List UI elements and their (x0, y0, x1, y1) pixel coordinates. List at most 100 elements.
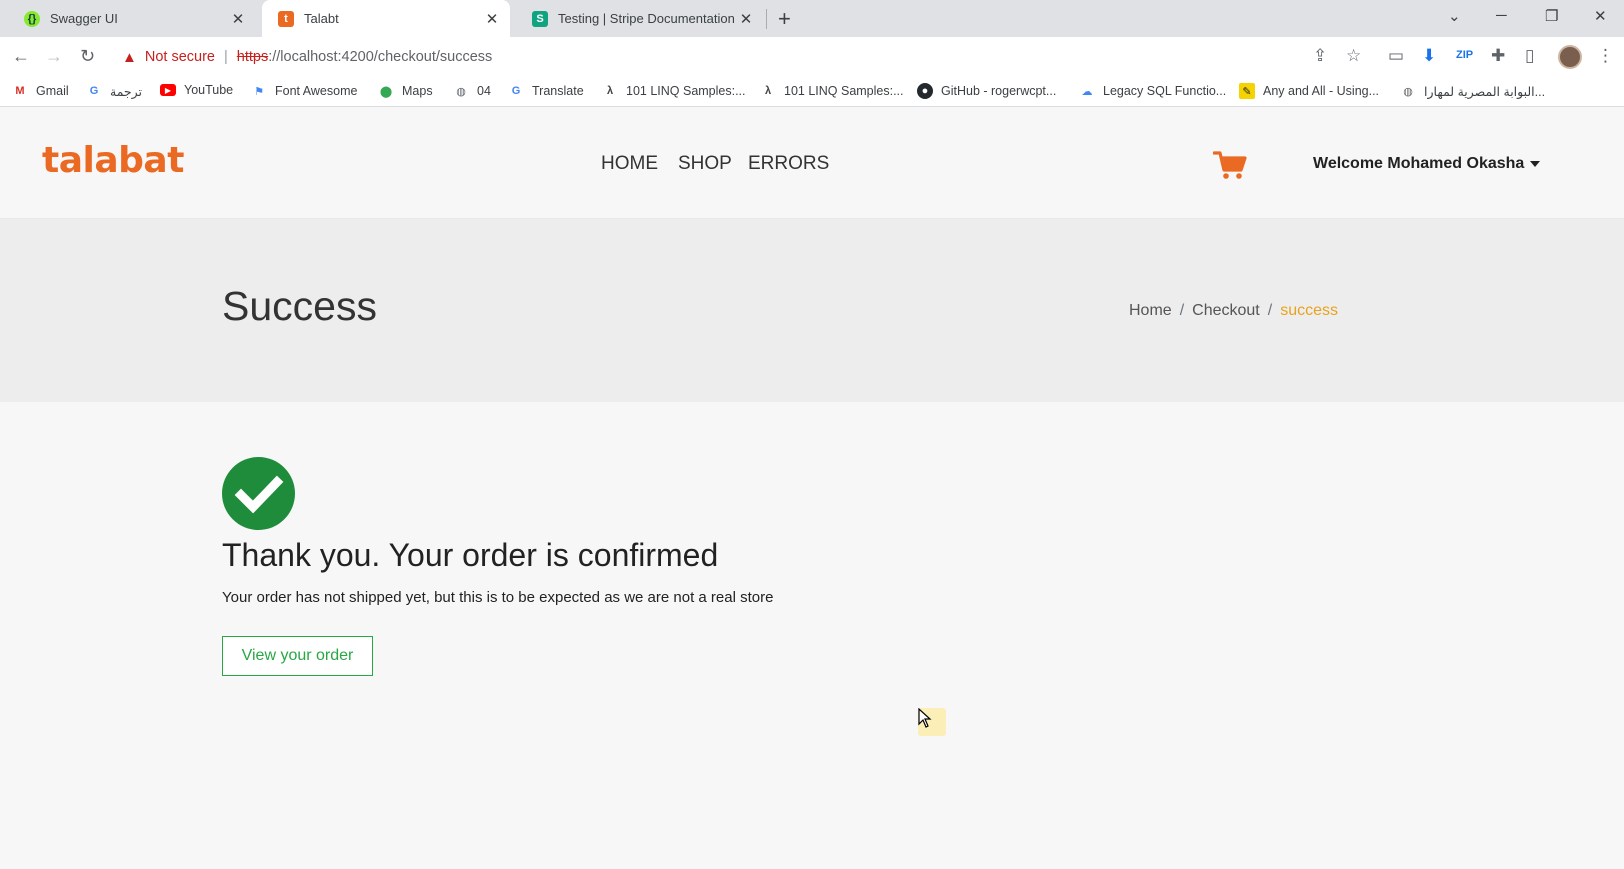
bookmark-font-awesome[interactable]: ⚑ Font Awesome (251, 83, 357, 99)
site-header: talabat HOME SHOP ERRORS Welcome Mohamed… (0, 108, 1624, 219)
profile-avatar[interactable] (1558, 45, 1582, 69)
bookmark-maps[interactable]: ⬤ Maps (378, 83, 433, 99)
restore-icon[interactable]: ❐ (1545, 7, 1558, 25)
check-circle-icon (222, 457, 295, 530)
url-path: ://localhost:4200/checkout/success (268, 49, 493, 65)
download-icon[interactable]: ⬇ (1422, 46, 1436, 66)
gmail-icon: M (15, 85, 25, 97)
new-tab-icon[interactable]: + (778, 6, 791, 32)
bookmark-label: Legacy SQL Functio... (1103, 84, 1227, 98)
mouse-cursor-icon (918, 707, 932, 733)
address-divider: | (223, 49, 228, 65)
nav-shop[interactable]: SHOP (678, 153, 732, 175)
bookmark-label: Translate (532, 84, 584, 98)
bookmark-label: ترجمة (110, 84, 143, 99)
tab-search-icon[interactable]: ⌄ (1448, 7, 1461, 25)
browser-toolbar: ← → ↻ ▲ Not secure | https://localhost:4… (0, 37, 1624, 77)
cart-icon[interactable] (1212, 150, 1247, 185)
translate-icon: G (89, 85, 99, 97)
bookmark-label: 101 LINQ Samples:... (784, 84, 904, 98)
breadcrumb-separator: / (1179, 302, 1185, 319)
confirmation-message: Your order has not shipped yet, but this… (222, 589, 774, 606)
breadcrumb: Home / Checkout / success (1129, 302, 1338, 320)
flag-icon: ⚑ (254, 85, 264, 98)
github-icon: ● (917, 83, 933, 99)
bookmark-label: YouTube (184, 83, 234, 97)
tab-strip: {} Swagger UI ✕ t Talabt ✕ S Testing | S… (0, 0, 1624, 37)
caret-down-icon (1530, 160, 1541, 167)
translate-icon: G (511, 85, 521, 97)
side-panel-icon[interactable]: ▯ (1525, 46, 1534, 66)
youtube-icon: ▶ (160, 84, 176, 96)
security-status: Not secure (144, 49, 215, 65)
breadcrumb-checkout[interactable]: Checkout (1192, 302, 1260, 319)
bookmark-label: 04 (477, 84, 491, 98)
talabat-icon: t (278, 10, 294, 27)
menu-icon[interactable]: ⋮ (1597, 46, 1614, 66)
bookmark-gmail[interactable]: M Gmail (12, 83, 69, 99)
bookmark-label: 101 LINQ Samples:... (626, 84, 746, 98)
close-icon[interactable]: ✕ (230, 10, 246, 28)
breadcrumb-home[interactable]: Home (1129, 302, 1172, 319)
bookmark-label: GitHub - rogerwcpt... (941, 84, 1057, 98)
tab-title: Testing | Stripe Documentation (558, 11, 735, 26)
breadcrumb-separator: / (1267, 302, 1273, 319)
confirmation-heading: Thank you. Your order is confirmed (222, 537, 719, 573)
bookmark-linq-1[interactable]: λ 101 LINQ Samples:... (602, 83, 746, 99)
view-order-button[interactable]: View your order (222, 636, 373, 676)
bookmarks-bar: M Gmail G ترجمة ▶ YouTube ⚑ Font Awesome… (0, 77, 1624, 107)
globe-icon: ◍ (1403, 85, 1413, 98)
pencil-icon: ✎ (1239, 83, 1255, 99)
reload-icon[interactable]: ↻ (80, 46, 95, 67)
tab-swagger[interactable]: {} Swagger UI ✕ (8, 0, 256, 37)
forward-icon[interactable]: → (45, 46, 63, 67)
bookmark-egyptian-portal[interactable]: ◍ البوابة المصرية لمهارا... (1400, 83, 1545, 99)
page-title: Success (222, 283, 377, 329)
bookmark-tarjama[interactable]: G ترجمة (86, 83, 142, 99)
bookmark-github[interactable]: ● GitHub - rogerwcpt... (917, 83, 1056, 99)
linq-icon: λ (764, 85, 772, 97)
tab-title: Swagger UI (50, 11, 118, 26)
cast-icon[interactable]: ▭ (1388, 46, 1404, 66)
bookmark-star-icon[interactable]: ☆ (1346, 46, 1361, 66)
breadcrumb-current: success (1280, 302, 1338, 319)
url-scheme: https (236, 49, 269, 65)
minimize-icon[interactable]: ─ (1496, 7, 1507, 24)
bookmark-label: Any and All - Using... (1263, 84, 1380, 98)
cloud-icon: ☁ (1081, 85, 1093, 98)
bookmark-label: Gmail (36, 84, 69, 98)
address-bar[interactable]: ▲ Not secure | https://localhost:4200/ch… (112, 41, 1352, 73)
extensions-icon[interactable]: ✚ (1491, 46, 1505, 66)
stripe-icon: S (532, 10, 548, 27)
bookmark-youtube[interactable]: ▶ YouTube (160, 83, 233, 97)
swagger-icon: {} (24, 10, 40, 27)
site-logo[interactable]: talabat (42, 140, 184, 181)
bookmark-04[interactable]: ◍ 04 (453, 83, 491, 99)
section-header: Success Home / Checkout / success (0, 219, 1624, 402)
zip-extension-icon[interactable]: ZIP (1456, 49, 1473, 61)
nav-home[interactable]: HOME (601, 153, 658, 175)
tab-title: Talabt (304, 11, 339, 26)
bookmark-translate[interactable]: G Translate (508, 83, 584, 99)
tab-divider (766, 9, 767, 29)
linq-icon: λ (606, 85, 614, 97)
globe-icon: ◍ (456, 85, 466, 98)
close-icon[interactable]: ✕ (738, 10, 754, 28)
back-icon[interactable]: ← (12, 46, 30, 67)
maps-icon: ⬤ (379, 85, 393, 98)
bookmark-label: Font Awesome (275, 84, 358, 98)
close-icon[interactable]: ✕ (484, 10, 500, 28)
bookmark-linq-2[interactable]: λ 101 LINQ Samples:... (760, 83, 904, 99)
nav-errors[interactable]: ERRORS (748, 153, 829, 175)
bookmark-label: البوابة المصرية لمهارا... (1424, 84, 1546, 99)
share-icon[interactable]: ⇪ (1313, 46, 1327, 66)
tab-talabt[interactable]: t Talabt ✕ (262, 0, 510, 37)
user-menu[interactable]: Welcome Mohamed Okasha (1313, 155, 1541, 173)
bookmark-label: Maps (402, 84, 433, 98)
bookmark-legacy-sql[interactable]: ☁ Legacy SQL Functio... (1079, 83, 1227, 99)
window-close-icon[interactable]: ✕ (1594, 7, 1607, 25)
bookmark-any-and-all[interactable]: ✎ Any and All - Using... (1239, 83, 1379, 99)
warning-icon: ▲ (122, 48, 137, 66)
welcome-text: Welcome Mohamed Okasha (1313, 155, 1525, 172)
tab-stripe[interactable]: S Testing | Stripe Documentation ✕ (516, 0, 764, 37)
